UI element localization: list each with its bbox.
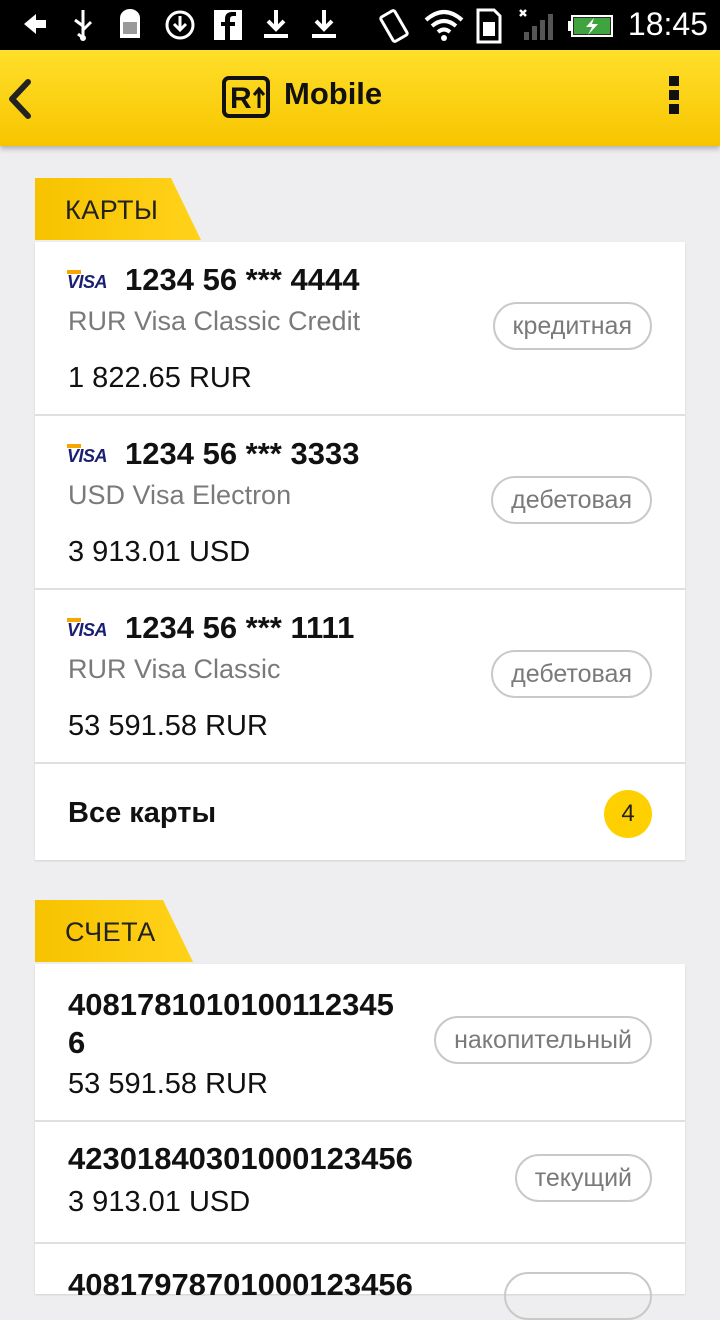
android-debug-icon (120, 9, 140, 38)
account-balance: 53 591.58 RUR (68, 1068, 268, 1100)
card-number: 1234 56 *** 3333 (125, 436, 360, 471)
app-bar: R Mobile (0, 50, 720, 146)
clock: 18:45 (627, 6, 708, 42)
chevron-left-icon (9, 79, 31, 119)
overflow-menu-icon (669, 76, 679, 86)
section-title-accounts: СЧЕТА (35, 900, 193, 962)
visa-logo-icon: VISA (67, 618, 108, 640)
overflow-menu-dot (669, 104, 679, 114)
account-balance: 3 913.01 USD (68, 1186, 251, 1218)
visa-logo-icon: VISA (67, 444, 108, 466)
account-number: 42301840301000123456 (68, 1141, 413, 1176)
facebook-icon (214, 10, 242, 40)
card-balance: 3 913.01 USD (68, 536, 251, 568)
cards-count-badge: 4 (604, 790, 652, 838)
account-number: 40817978701000123456 (68, 1267, 413, 1302)
account-number: 40817810101001123456 (68, 987, 394, 1060)
account-kind-badge: текущий (514, 1154, 652, 1202)
battery-charging-icon (568, 15, 613, 37)
overflow-menu-dot (669, 90, 679, 100)
account-item[interactable]: 40817978701000123456 (35, 1244, 685, 1320)
card-balance: 53 591.58 RUR (68, 710, 268, 742)
visa-logo-icon: VISA (67, 270, 108, 292)
card-number: 1234 56 *** 4444 (125, 262, 360, 297)
sync-icon (165, 10, 195, 40)
card-type: USD Visa Electron (68, 480, 292, 510)
accounts-list: 40817810101001123456 53 591.58 RUR накоп… (35, 964, 685, 1320)
account-kind-badge: накопительный (434, 1016, 652, 1064)
section-title-text: КАРТЫ (65, 195, 159, 225)
card-item[interactable]: VISA 1234 56 *** 3333 USD Visa Electron … (35, 416, 685, 590)
account-item[interactable]: 40817810101001123456 53 591.58 RUR накоп… (35, 964, 685, 1122)
logo-letter: R (230, 82, 252, 115)
back-button[interactable] (0, 50, 60, 146)
card-kind-badge: дебетовая (491, 650, 652, 698)
rotate-icon (379, 9, 409, 43)
card-type: RUR Visa Classic Credit (68, 306, 361, 336)
section-title-cards: КАРТЫ (35, 178, 201, 240)
back-arrow-icon (24, 14, 46, 34)
usb-icon (74, 10, 93, 41)
card-kind-badge: дебетовая (491, 476, 652, 524)
logo-mark: R (222, 76, 270, 118)
arrow-up-icon (252, 86, 266, 108)
logo-text: Mobile (284, 76, 383, 111)
overflow-menu-button[interactable] (666, 76, 682, 122)
download-icon (264, 10, 288, 38)
signal-icon (519, 9, 553, 40)
card-balance: 1 822.65 RUR (68, 362, 252, 394)
card-number: 1234 56 *** 1111 (125, 610, 355, 645)
account-item[interactable]: 42301840301000123456 3 913.01 USD текущи… (35, 1122, 685, 1244)
card-item[interactable]: VISA 1234 56 *** 4444 RUR Visa Classic C… (35, 242, 685, 416)
cards-list: VISA 1234 56 *** 4444 RUR Visa Classic C… (35, 242, 685, 860)
all-cards-link[interactable]: Все карты 4 (35, 764, 685, 860)
all-cards-label: Все карты (68, 797, 217, 829)
card-type: RUR Visa Classic (68, 654, 281, 684)
status-bar: 18:45 (0, 0, 720, 50)
account-kind-badge (504, 1272, 652, 1320)
download-icon (312, 10, 336, 38)
section-title-text: СЧЕТА (65, 917, 156, 947)
wifi-icon (424, 10, 464, 41)
card-kind-badge: кредитная (492, 302, 652, 350)
card-item[interactable]: VISA 1234 56 *** 1111 RUR Visa Classic 5… (35, 590, 685, 764)
sim-icon (476, 8, 502, 44)
